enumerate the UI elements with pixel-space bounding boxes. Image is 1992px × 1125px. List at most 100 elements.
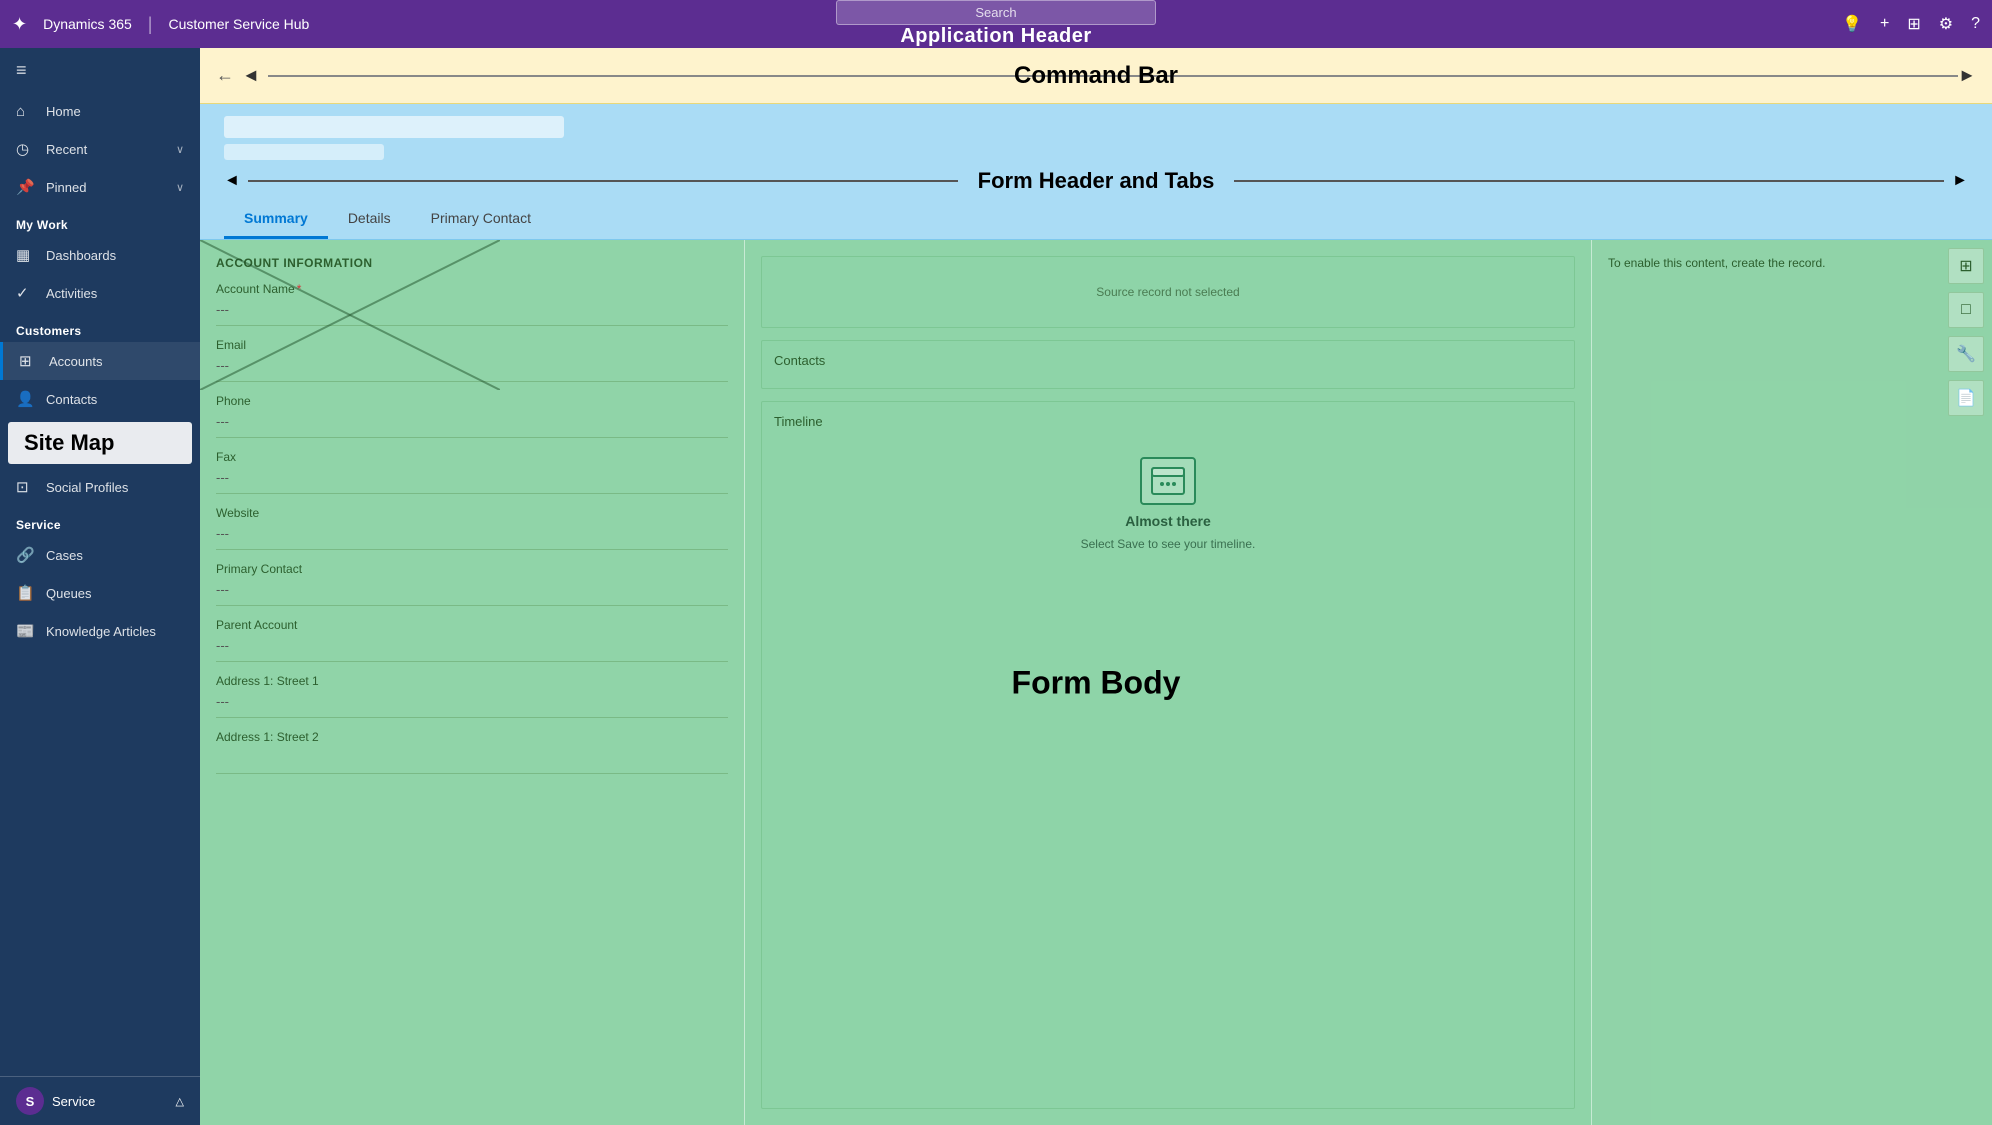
header-separator: | (148, 14, 153, 35)
parent-account-value[interactable]: --- (216, 634, 728, 662)
contacts-card-header: Contacts (774, 353, 1562, 368)
form-header: ◄ Form Header and Tabs ► Summary Details… (200, 104, 1992, 240)
timeline-card: Timeline Almost there (761, 401, 1575, 1109)
form-right-column: To enable this content, create the recor… (1592, 240, 1992, 1125)
lightbulb-icon[interactable]: 💡 (1842, 14, 1862, 34)
form-header-sub-placeholder (224, 144, 384, 160)
timeline-almost-there-label: Almost there (1125, 513, 1211, 529)
primary-contact-value[interactable]: --- (216, 578, 728, 606)
address1-street1-label: Address 1: Street 1 (216, 674, 728, 688)
accounts-icon: ⊞ (19, 352, 39, 370)
address1-street1-value[interactable]: --- (216, 690, 728, 718)
recent-icon: ◷ (16, 140, 36, 158)
home-icon: ⌂ (16, 103, 36, 120)
command-bar-line-right (1113, 75, 1958, 77)
form-middle-column: Source record not selected Contacts Time… (745, 240, 1592, 1125)
email-label: Email (216, 338, 728, 352)
contacts-card: Contacts (761, 340, 1575, 389)
source-record-card: Source record not selected (761, 256, 1575, 328)
sidebar-item-recent[interactable]: ◷ Recent ∨ (0, 130, 200, 168)
phone-value[interactable]: --- (216, 410, 728, 438)
sidebar-item-cases-label: Cases (46, 548, 83, 563)
section-customers: Customers (0, 312, 200, 342)
parent-account-label: Parent Account (216, 618, 728, 632)
sidebar-item-queues[interactable]: 📋 Queues (0, 574, 200, 612)
email-value[interactable]: --- (216, 354, 728, 382)
timeline-card-header: Timeline (774, 414, 1562, 429)
back-button[interactable]: ← (216, 65, 234, 86)
app-header: ✦ Dynamics 365 | Customer Service Hub Se… (0, 0, 1992, 48)
sidebar-item-activities[interactable]: ✓ Activities (0, 274, 200, 312)
sidebar-toggle[interactable]: ≡ (0, 48, 200, 93)
form-header-title-placeholder (224, 116, 564, 138)
cases-icon: 🔗 (16, 546, 36, 564)
chevron-down-icon: ∨ (176, 143, 184, 156)
form-tabs: Summary Details Primary Contact (224, 202, 1968, 239)
header-center-block: Search Application Header (836, 0, 1156, 48)
tab-summary[interactable]: Summary (224, 202, 328, 239)
right-icon-box[interactable]: □ (1948, 292, 1984, 328)
address1-street2-label: Address 1: Street 2 (216, 730, 728, 744)
sidebar-item-contacts-label: Contacts (46, 392, 97, 407)
sidebar-item-pinned-label: Pinned (46, 180, 86, 195)
sidebar-item-home[interactable]: ⌂ Home (0, 93, 200, 130)
tab-primary-contact[interactable]: Primary Contact (411, 202, 551, 239)
sidebar-bottom-label: Service (52, 1094, 95, 1109)
right-icon-grid[interactable]: ⊞ (1948, 248, 1984, 284)
command-bar-line (268, 75, 1113, 77)
account-name-value[interactable]: --- (216, 298, 728, 326)
header-right-icons: 💡 + ⊞ ⚙ ? (1842, 14, 1980, 34)
sidebar-item-pinned[interactable]: 📌 Pinned ∨ (0, 168, 200, 206)
website-value[interactable]: --- (216, 522, 728, 550)
fax-value[interactable]: --- (216, 466, 728, 494)
app-header-label: Application Header (900, 25, 1091, 48)
form-header-arrow-left: ◄ (224, 172, 240, 190)
settings-icon[interactable]: ⚙ (1939, 14, 1953, 34)
form-header-label: Form Header and Tabs (978, 168, 1215, 194)
timeline-empty-state: Almost there Select Save to see your tim… (774, 437, 1562, 571)
social-profiles-icon: ⊡ (16, 478, 36, 496)
phone-label: Phone (216, 394, 728, 408)
timeline-empty-icon (1140, 457, 1196, 505)
sidebar-item-social-profiles[interactable]: ⊡ Social Profiles (0, 468, 200, 506)
contacts-icon: 👤 (16, 390, 36, 408)
pin-icon: 📌 (16, 178, 36, 196)
sidebar-item-cases[interactable]: 🔗 Cases (0, 536, 200, 574)
tab-details[interactable]: Details (328, 202, 411, 239)
enable-content-msg: To enable this content, create the recor… (1608, 256, 1976, 270)
sidebar-item-accounts[interactable]: ⊞ Accounts (0, 342, 200, 380)
sidebar-expand-icon[interactable]: △ (176, 1095, 184, 1108)
account-name-label: Account Name (216, 282, 728, 296)
sidebar-item-knowledge-articles[interactable]: 📰 Knowledge Articles (0, 612, 200, 650)
form-header-arrow-right: ► (1952, 172, 1968, 190)
sidebar-item-contacts[interactable]: 👤 Contacts (0, 380, 200, 418)
source-record-empty-msg: Source record not selected (774, 269, 1562, 315)
form-header-line (248, 180, 958, 182)
add-icon[interactable]: + (1880, 15, 1889, 33)
sidebar-bottom[interactable]: S Service △ (0, 1076, 200, 1125)
timeline-sublabel: Select Save to see your timeline. (1081, 537, 1256, 551)
right-icon-wrench[interactable]: 🔧 (1948, 336, 1984, 372)
sidebar-item-dashboards[interactable]: ▦ Dashboards (0, 236, 200, 274)
form-header-arrows: ◄ Form Header and Tabs ► (224, 168, 1968, 194)
command-bar-label: Command Bar (1014, 62, 1178, 90)
help-icon[interactable]: ? (1971, 15, 1980, 33)
account-info-title: ACCOUNT INFORMATION (216, 256, 728, 270)
main-content: ← ◄ Command Bar ► ◄ Form Header and Tabs… (200, 48, 1992, 1125)
primary-contact-label: Primary Contact (216, 562, 728, 576)
section-service: Service (0, 506, 200, 536)
right-col-action-icons: ⊞ □ 🔧 📄 (1948, 248, 1984, 416)
sitemap-label: Site Map (8, 422, 192, 464)
sidebar-item-knowledge-articles-label: Knowledge Articles (46, 624, 156, 639)
right-icon-document[interactable]: 📄 (1948, 380, 1984, 416)
activities-icon: ✓ (16, 284, 36, 302)
main-layout: ≡ ⌂ Home ◷ Recent ∨ 📌 Pinned ∨ My Work ▦… (0, 48, 1992, 1125)
command-bar: ← ◄ Command Bar ► (200, 48, 1992, 104)
app-name: Customer Service Hub (168, 16, 309, 32)
queues-icon: 📋 (16, 584, 36, 602)
filter-icon[interactable]: ⊞ (1907, 14, 1920, 34)
search-input[interactable]: Search (836, 0, 1156, 25)
command-bar-arrow-left: ◄ (242, 65, 260, 86)
address1-street2-value[interactable] (216, 746, 728, 774)
account-info-section: ACCOUNT INFORMATION Account Name --- Ema… (200, 240, 745, 1125)
